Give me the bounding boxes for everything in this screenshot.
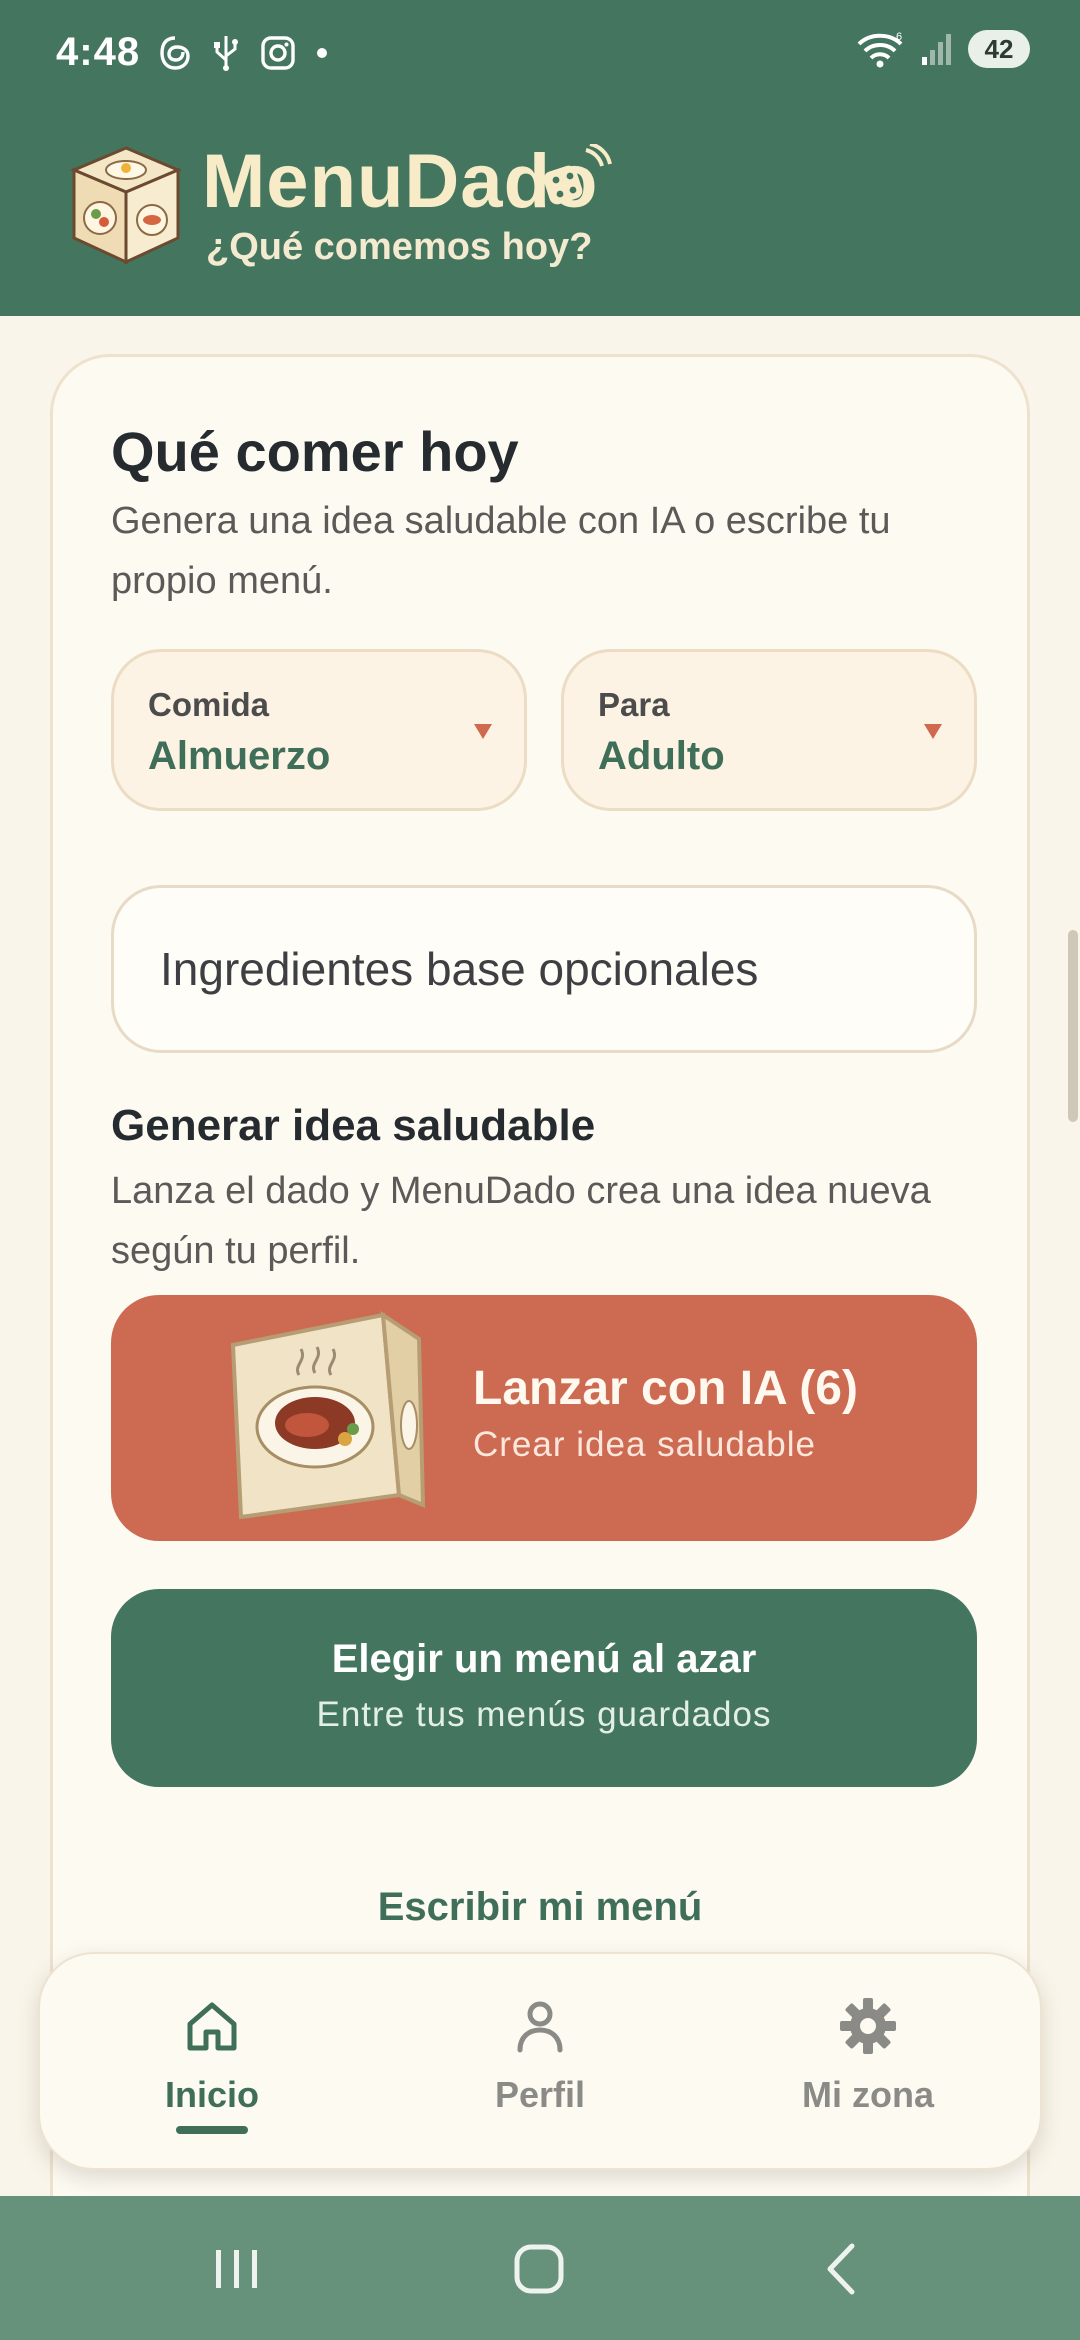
system-nav-bar	[0, 2196, 1080, 2340]
nav-item-inicio[interactable]: Inicio	[52, 1954, 372, 2172]
dot-icon	[317, 48, 327, 58]
usb-icon	[214, 36, 238, 71]
home-icon	[187, 2002, 237, 2051]
wifi-icon: 6	[857, 31, 903, 68]
svg-text:6: 6	[896, 31, 902, 43]
write-my-menu-link[interactable]: Escribir mi menú	[53, 1885, 1027, 1930]
app-subtitle: ¿Qué comemos hoy?	[206, 226, 593, 268]
caret-down-icon	[924, 724, 942, 739]
dice-steak-icon	[230, 1311, 426, 1520]
battery-icon: 42	[968, 30, 1030, 68]
status-icons-left	[158, 34, 328, 72]
home-button-icon[interactable]	[504, 2234, 574, 2304]
for-select[interactable]: Para Adulto	[561, 649, 977, 811]
ingredients-input[interactable]	[111, 885, 977, 1053]
card-description: Genera una idea saludable con IA o escri…	[111, 500, 891, 602]
bottom-nav: Inicio Perfil Mi zona	[38, 1952, 1042, 2170]
threads-icon	[160, 36, 190, 70]
roll-ai-button[interactable]: Lanzar con IA (6) Crear idea saludable	[111, 1295, 977, 1541]
for-select-label: Para	[598, 686, 670, 723]
dice-icon	[543, 144, 612, 205]
app-header: MenuDado ¿Qué comemos hoy?	[0, 120, 1080, 316]
back-icon[interactable]	[808, 2234, 878, 2304]
random-menu-button[interactable]: Elegir un menú al azar Entre tus menús g…	[111, 1589, 977, 1787]
meal-select-value: Almuerzo	[148, 734, 331, 778]
roll-ai-sublabel: Crear idea saludable	[473, 1425, 816, 1464]
card-title: Qué comer hoy	[111, 420, 519, 483]
nav-label-inicio: Inicio	[164, 2074, 259, 2115]
signal-icon	[922, 34, 951, 65]
instagram-icon	[261, 36, 295, 70]
nav-label-perfil: Perfil	[494, 2074, 586, 2115]
person-icon	[517, 2001, 563, 2053]
active-tab-indicator	[176, 2126, 248, 2134]
app-title: MenuDado	[202, 139, 599, 224]
caret-down-icon	[474, 724, 492, 739]
dice-food-logo-icon	[70, 146, 182, 265]
gear-icon	[840, 1998, 896, 2054]
nav-item-mi-zona[interactable]: Mi zona	[708, 1954, 1028, 2172]
recent-apps-icon[interactable]	[202, 2234, 272, 2304]
random-menu-label: Elegir un menú al azar	[331, 1637, 757, 1681]
random-menu-sublabel: Entre tus menús guardados	[316, 1695, 772, 1734]
generate-title: Generar idea saludable	[111, 1101, 596, 1150]
status-bar: 4:48 6 42	[0, 0, 1080, 110]
status-time: 4:48	[56, 30, 141, 74]
status-icons-right: 6 42	[856, 30, 1030, 68]
nav-label-mi-zona: Mi zona	[802, 2074, 934, 2115]
scrollbar-thumb[interactable]	[1068, 930, 1078, 1122]
nav-item-perfil[interactable]: Perfil	[380, 1954, 700, 2172]
for-select-value: Adulto	[598, 734, 725, 778]
meal-select[interactable]: Comida Almuerzo	[111, 649, 527, 811]
meal-select-label: Comida	[148, 686, 270, 723]
generate-description: Lanza el dado y MenuDado crea una idea n…	[111, 1170, 931, 1272]
roll-ai-label: Lanzar con IA (6)	[473, 1362, 858, 1415]
